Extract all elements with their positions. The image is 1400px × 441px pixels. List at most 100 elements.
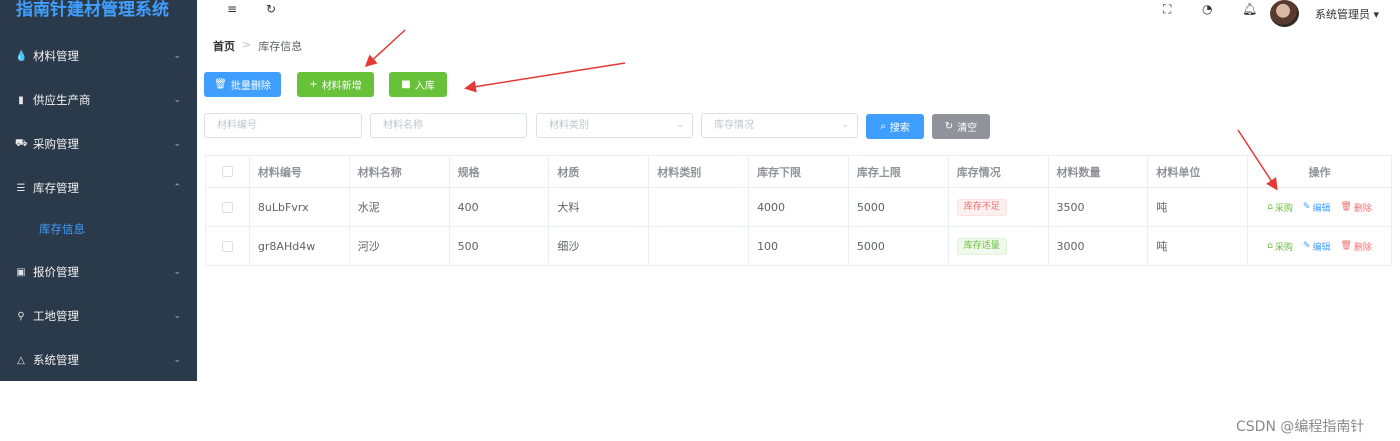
column-header: 材料数量 [1049, 156, 1149, 187]
table-row: 8uLbFvrx 水泥 400 大料 4000 5000 库存不足 3500 吨… [206, 188, 1391, 227]
cell-code: 8uLbFvrx [250, 188, 350, 226]
batch-delete-label: 批量删除 [230, 81, 271, 92]
row-checkbox[interactable] [221, 240, 233, 252]
search-label: 搜索 [889, 123, 910, 134]
breadcrumb-home[interactable]: 首页 [213, 38, 235, 54]
select-all-checkbox[interactable] [221, 166, 233, 177]
material-category-placeholder: 材料类别 [549, 120, 589, 131]
purchase-label: 采购 [1274, 242, 1293, 253]
sidebar-item-supplier[interactable]: ▮ 供应生产商 ⌄ [0, 85, 197, 115]
watermark: CSDN @编程指南针 [1236, 419, 1365, 435]
column-header: 库存情况 [949, 156, 1049, 187]
cell-status: 库存适量 [949, 227, 1049, 265]
cell-min: 100 [749, 227, 849, 265]
column-header: 操作 [1308, 165, 1331, 179]
edit-label: 编辑 [1312, 203, 1331, 214]
cell-spec: 500 [450, 227, 550, 265]
cell-status: 库存不足 [949, 188, 1049, 226]
sidebar-item-system[interactable]: △ 系统管理 ⌄ [0, 345, 197, 375]
search-button[interactable]: ⌕ 搜索 [866, 114, 924, 139]
reset-icon: ↻ [944, 121, 954, 132]
annotation-arrow-stock-in [464, 62, 626, 93]
user-menu[interactable]: 系统管理员 ▾ [1315, 6, 1379, 22]
cell-texture: 细沙 [549, 227, 650, 265]
add-material-button[interactable]: + 材料新增 [297, 72, 374, 97]
clear-label: 清空 [957, 123, 978, 134]
inventory-table: 材料编号 材料名称 规格 材质 材料类别 库存下限 库存上限 库存情况 材料数量… [205, 155, 1392, 266]
money-icon: ▣ [16, 266, 26, 278]
column-header: 库存下限 [749, 156, 849, 187]
column-header: 库存上限 [849, 156, 949, 187]
column-header: 材质 [549, 156, 650, 187]
material-name-input[interactable]: 材料名称 [370, 113, 527, 138]
material-category-select[interactable]: 材料类别 ⌄ [536, 113, 693, 138]
sidebar-item-label: 供应生产商 [33, 93, 91, 107]
cell-actions: ⌂ 采购 ✎ 编辑 🗑︎ 删除 [1248, 188, 1391, 226]
breadcrumb-separator: > [242, 38, 252, 51]
menu-toggle-icon[interactable]: ≡ [227, 2, 237, 16]
sidebar-item-label: 材料管理 [33, 49, 79, 63]
sidebar-subitem-inventory-info[interactable]: 库存信息 [0, 215, 197, 243]
cell-quantity: 3000 [1049, 227, 1149, 265]
chevron-down-icon: ⌄ [173, 355, 181, 365]
sidebar-item-purchase[interactable]: ⛟ 采购管理 ⌄ [0, 129, 197, 159]
sidebar-item-quote[interactable]: ▣ 报价管理 ⌄ [0, 257, 197, 287]
clear-button[interactable]: ↻ 清空 [932, 114, 990, 139]
theme-icon[interactable]: ◔ [1202, 2, 1212, 16]
search-icon: ⌕ [880, 121, 886, 132]
cell-texture: 大料 [549, 188, 650, 226]
fullscreen-icon[interactable]: ⛶ [1163, 2, 1171, 17]
cell-code: gr8AHd4w [250, 227, 350, 265]
sidebar-item-inventory[interactable]: ☰ 库存管理 ⌃ [0, 173, 197, 203]
stock-status-placeholder: 库存情况 [714, 120, 754, 131]
edit-button[interactable]: ✎ 编辑 [1303, 240, 1331, 253]
column-header: 材料编号 [250, 156, 350, 187]
cell-actions: ⌂ 采购 ✎ 编辑 🗑︎ 删除 [1248, 227, 1391, 265]
column-header: 材料类别 [649, 156, 750, 187]
breadcrumb-current: 库存信息 [258, 40, 303, 53]
bag-icon: ⌂ [1267, 241, 1273, 251]
column-header: 规格 [450, 156, 550, 187]
edit-button[interactable]: ✎ 编辑 [1303, 201, 1331, 214]
delete-button[interactable]: 🗑︎ 删除 [1340, 201, 1371, 214]
breadcrumb: 首页 > 库存信息 [213, 38, 302, 54]
cell-category [649, 188, 750, 226]
box-icon: ■ [401, 79, 411, 90]
refresh-icon[interactable]: ↻ [266, 2, 276, 16]
column-header: 材料名称 [350, 156, 450, 187]
chevron-down-icon: ⌄ [841, 120, 849, 130]
bag-icon: ⌂ [1267, 202, 1273, 212]
bell-icon[interactable]: 🔔︎ [1242, 2, 1257, 16]
plus-icon: + [309, 79, 318, 90]
status-badge: 库存不足 [956, 198, 1007, 216]
water-drop-icon: 💧 [15, 50, 28, 62]
sidebar-item-label: 库存管理 [33, 181, 79, 195]
avatar[interactable] [1270, 0, 1299, 27]
trash-icon: 🗑︎ [1340, 241, 1352, 251]
select-all-cell [206, 156, 250, 187]
sidebar: 指南针建材管理系统 💧 材料管理 ⌄ ▮ 供应生产商 ⌄ ⛟ 采购管理 ⌄ ☰ … [0, 0, 197, 381]
material-code-input[interactable]: 材料编号 [204, 113, 362, 138]
purchase-button[interactable]: ⌂ 采购 [1267, 201, 1293, 214]
sidebar-item-material[interactable]: 💧 材料管理 ⌄ [0, 41, 197, 71]
sidebar-item-label: 报价管理 [33, 265, 79, 279]
sidebar-item-site[interactable]: ⚲ 工地管理 ⌄ [0, 301, 197, 331]
app-root: 指南针建材管理系统 💧 材料管理 ⌄ ▮ 供应生产商 ⌄ ⛟ 采购管理 ⌄ ☰ … [0, 0, 1400, 441]
cell-name: 河沙 [350, 227, 450, 265]
row-checkbox[interactable] [221, 201, 233, 213]
chevron-up-icon: ⌃ [173, 183, 181, 193]
top-header: ≡ ↻ ⛶ ◔ 🔔︎ 系统管理员 ▾ [197, 0, 1400, 30]
delete-button[interactable]: 🗑︎ 删除 [1340, 240, 1371, 253]
cell-category [649, 227, 750, 265]
purchase-button[interactable]: ⌂ 采购 [1267, 240, 1293, 253]
annotation-arrow-add [364, 29, 406, 68]
chevron-down-icon: ⌄ [173, 311, 181, 321]
row-select-cell [206, 188, 250, 226]
trash-icon: 🗑︎ [214, 79, 227, 90]
stock-in-button[interactable]: ■ 入库 [389, 72, 447, 97]
batch-delete-button[interactable]: 🗑︎ 批量删除 [204, 72, 281, 97]
stock-status-select[interactable]: 库存情况 ⌄ [701, 113, 858, 138]
location-pin-icon: ⚲ [17, 310, 25, 322]
edit-label: 编辑 [1312, 242, 1331, 253]
cell-spec: 400 [450, 188, 550, 226]
